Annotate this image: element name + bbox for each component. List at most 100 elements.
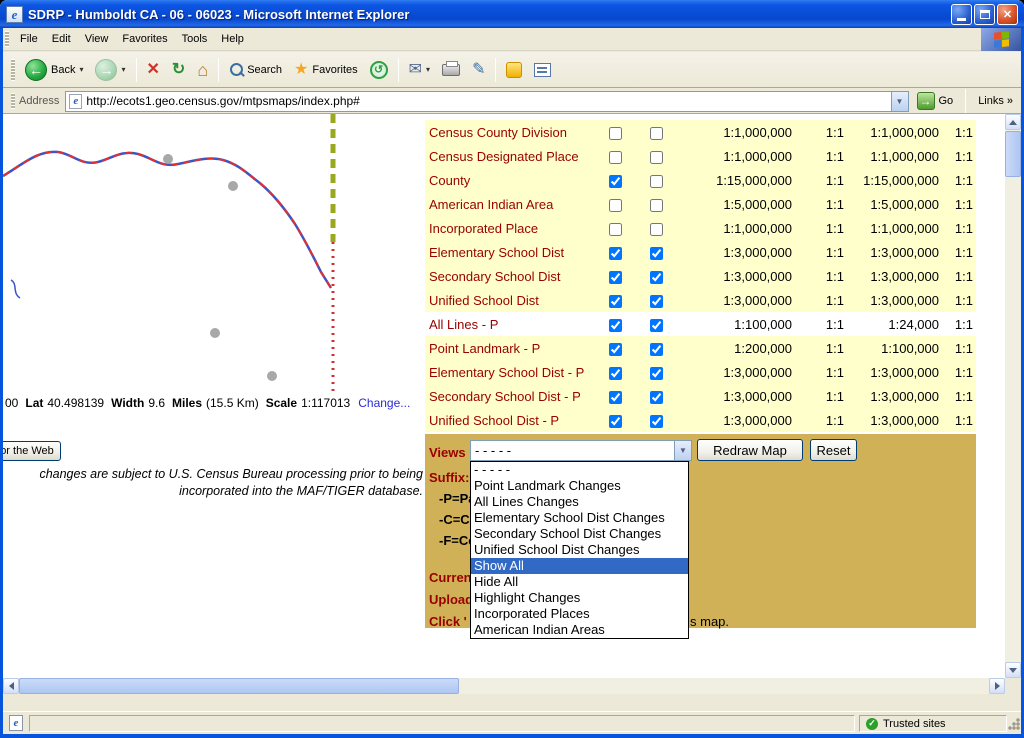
view-option[interactable]: American Indian Areas	[471, 622, 688, 638]
map-canvas[interactable]	[3, 114, 338, 392]
view-option[interactable]: Hide All	[471, 574, 688, 590]
view-option[interactable]: Elementary School Dist Changes	[471, 510, 688, 526]
layer-label-checkbox[interactable]	[650, 247, 663, 260]
close-button[interactable]: ✕	[997, 4, 1018, 25]
home-button[interactable]: ⌂	[191, 60, 214, 80]
layer-label-checkbox[interactable]	[650, 295, 663, 308]
view-option[interactable]: Point Landmark Changes	[471, 478, 688, 494]
layer-label-checkbox[interactable]	[650, 391, 663, 404]
change-scale-link[interactable]: Change...	[358, 396, 410, 410]
mail-dropdown-icon[interactable]: ▾	[426, 65, 430, 74]
messenger-button[interactable]	[500, 60, 528, 80]
layer-label-checkbox[interactable]	[650, 127, 663, 140]
layer-display-checkbox[interactable]	[609, 271, 622, 284]
back-icon: ←	[25, 59, 47, 81]
search-button[interactable]: Search	[223, 61, 288, 79]
edit-button[interactable]: ✎	[466, 60, 491, 80]
horizontal-scrollbar[interactable]	[3, 678, 1005, 694]
table-row: Elementary School Dist 1:3,000,000 1:1 1…	[425, 240, 976, 264]
layer-display-checkbox[interactable]	[609, 391, 622, 404]
scroll-right-button[interactable]	[989, 678, 1005, 694]
layer-display-checkbox[interactable]	[609, 223, 622, 236]
back-button[interactable]: ← Back ▾	[19, 57, 89, 83]
layer-display-checkbox[interactable]	[609, 295, 622, 308]
horizontal-scroll-thumb[interactable]	[19, 678, 459, 694]
scale-in: 1:3,000,000	[844, 269, 939, 284]
layer-display-checkbox[interactable]	[609, 247, 622, 260]
view-option[interactable]: Secondary School Dist Changes	[471, 526, 688, 542]
scroll-left-button[interactable]	[3, 678, 19, 694]
layer-display-checkbox[interactable]	[609, 175, 622, 188]
layer-name: All Lines - P	[425, 317, 600, 332]
redraw-map-button[interactable]: Redraw Map	[697, 439, 803, 461]
messenger-icon	[506, 62, 522, 78]
resize-grip[interactable]	[1008, 718, 1020, 730]
ratio-in: 1:1	[939, 293, 976, 308]
print-button[interactable]	[436, 62, 466, 78]
scroll-down-button[interactable]	[1005, 662, 1021, 678]
layer-display-checkbox[interactable]	[609, 127, 622, 140]
maximize-button[interactable]	[974, 4, 995, 25]
links-button[interactable]: Links »	[970, 95, 1021, 107]
scale-out: 1:3,000,000	[682, 269, 792, 284]
ratio-out: 1:1	[792, 149, 844, 164]
edit-icon: ✎	[472, 62, 485, 78]
favorites-button[interactable]: ★ Favorites	[288, 60, 364, 80]
ratio-in: 1:1	[939, 389, 976, 404]
combo-arrow-icon[interactable]: ▼	[674, 441, 691, 460]
address-dropdown-icon[interactable]: ▼	[891, 92, 908, 111]
discuss-button[interactable]	[528, 61, 557, 79]
layer-label-checkbox[interactable]	[650, 415, 663, 428]
layer-display-checkbox[interactable]	[609, 343, 622, 356]
views-combobox[interactable]: - - - - - ▼	[470, 440, 692, 461]
refresh-button[interactable]: ↻	[166, 60, 191, 80]
layer-display-checkbox[interactable]	[609, 415, 622, 428]
maximize-icon	[980, 10, 990, 19]
layer-label-checkbox[interactable]	[650, 199, 663, 212]
forward-dropdown-icon[interactable]: ▾	[121, 65, 125, 74]
reset-button[interactable]: Reset	[810, 439, 857, 461]
layer-display-checkbox[interactable]	[609, 151, 622, 164]
scale-in: 1:5,000,000	[844, 197, 939, 212]
menu-file[interactable]: File	[13, 29, 45, 49]
layer-label-checkbox[interactable]	[650, 343, 663, 356]
menu-favorites[interactable]: Favorites	[115, 29, 174, 49]
layer-name: Secondary School Dist - P	[425, 389, 600, 404]
layer-label-checkbox[interactable]	[650, 175, 663, 188]
stop-button[interactable]: ✕	[141, 60, 166, 80]
vertical-scrollbar[interactable]	[1005, 114, 1021, 678]
for-the-web-button[interactable]: or the Web	[3, 441, 61, 461]
discuss-icon	[534, 63, 551, 77]
layer-display-checkbox[interactable]	[609, 367, 622, 380]
view-option[interactable]: Unified School Dist Changes	[471, 542, 688, 558]
view-option[interactable]: - - - - -	[471, 462, 688, 478]
layer-display-checkbox[interactable]	[609, 199, 622, 212]
map-drawing	[3, 114, 338, 392]
view-option[interactable]: All Lines Changes	[471, 494, 688, 510]
address-url[interactable]: http://ecots1.geo.census.gov/mtpsmaps/in…	[86, 94, 890, 108]
vertical-scroll-thumb[interactable]	[1005, 131, 1021, 177]
menu-tools[interactable]: Tools	[175, 29, 215, 49]
go-button[interactable]: → Go	[913, 92, 962, 110]
scroll-up-button[interactable]	[1005, 114, 1021, 130]
menu-view[interactable]: View	[78, 29, 116, 49]
forward-icon: →	[95, 59, 117, 81]
layer-label-checkbox[interactable]	[650, 151, 663, 164]
address-input[interactable]: e http://ecots1.geo.census.gov/mtpsmaps/…	[65, 91, 908, 112]
view-option[interactable]: Incorporated Places	[471, 606, 688, 622]
view-option-highlighted[interactable]: Show All	[471, 558, 688, 574]
view-option[interactable]: Highlight Changes	[471, 590, 688, 606]
mail-button[interactable]: ✉ ▾	[403, 60, 436, 80]
menu-help[interactable]: Help	[214, 29, 251, 49]
forward-button[interactable]: → ▾	[89, 57, 131, 83]
layer-label-checkbox[interactable]	[650, 367, 663, 380]
layer-label-checkbox[interactable]	[650, 271, 663, 284]
back-dropdown-icon[interactable]: ▾	[79, 65, 83, 74]
layer-display-checkbox[interactable]	[609, 319, 622, 332]
layer-label-checkbox[interactable]	[650, 319, 663, 332]
ratio-out: 1:1	[792, 173, 844, 188]
history-button[interactable]: ↺	[364, 59, 394, 81]
menu-edit[interactable]: Edit	[45, 29, 78, 49]
minimize-button[interactable]	[951, 4, 972, 25]
layer-label-checkbox[interactable]	[650, 223, 663, 236]
